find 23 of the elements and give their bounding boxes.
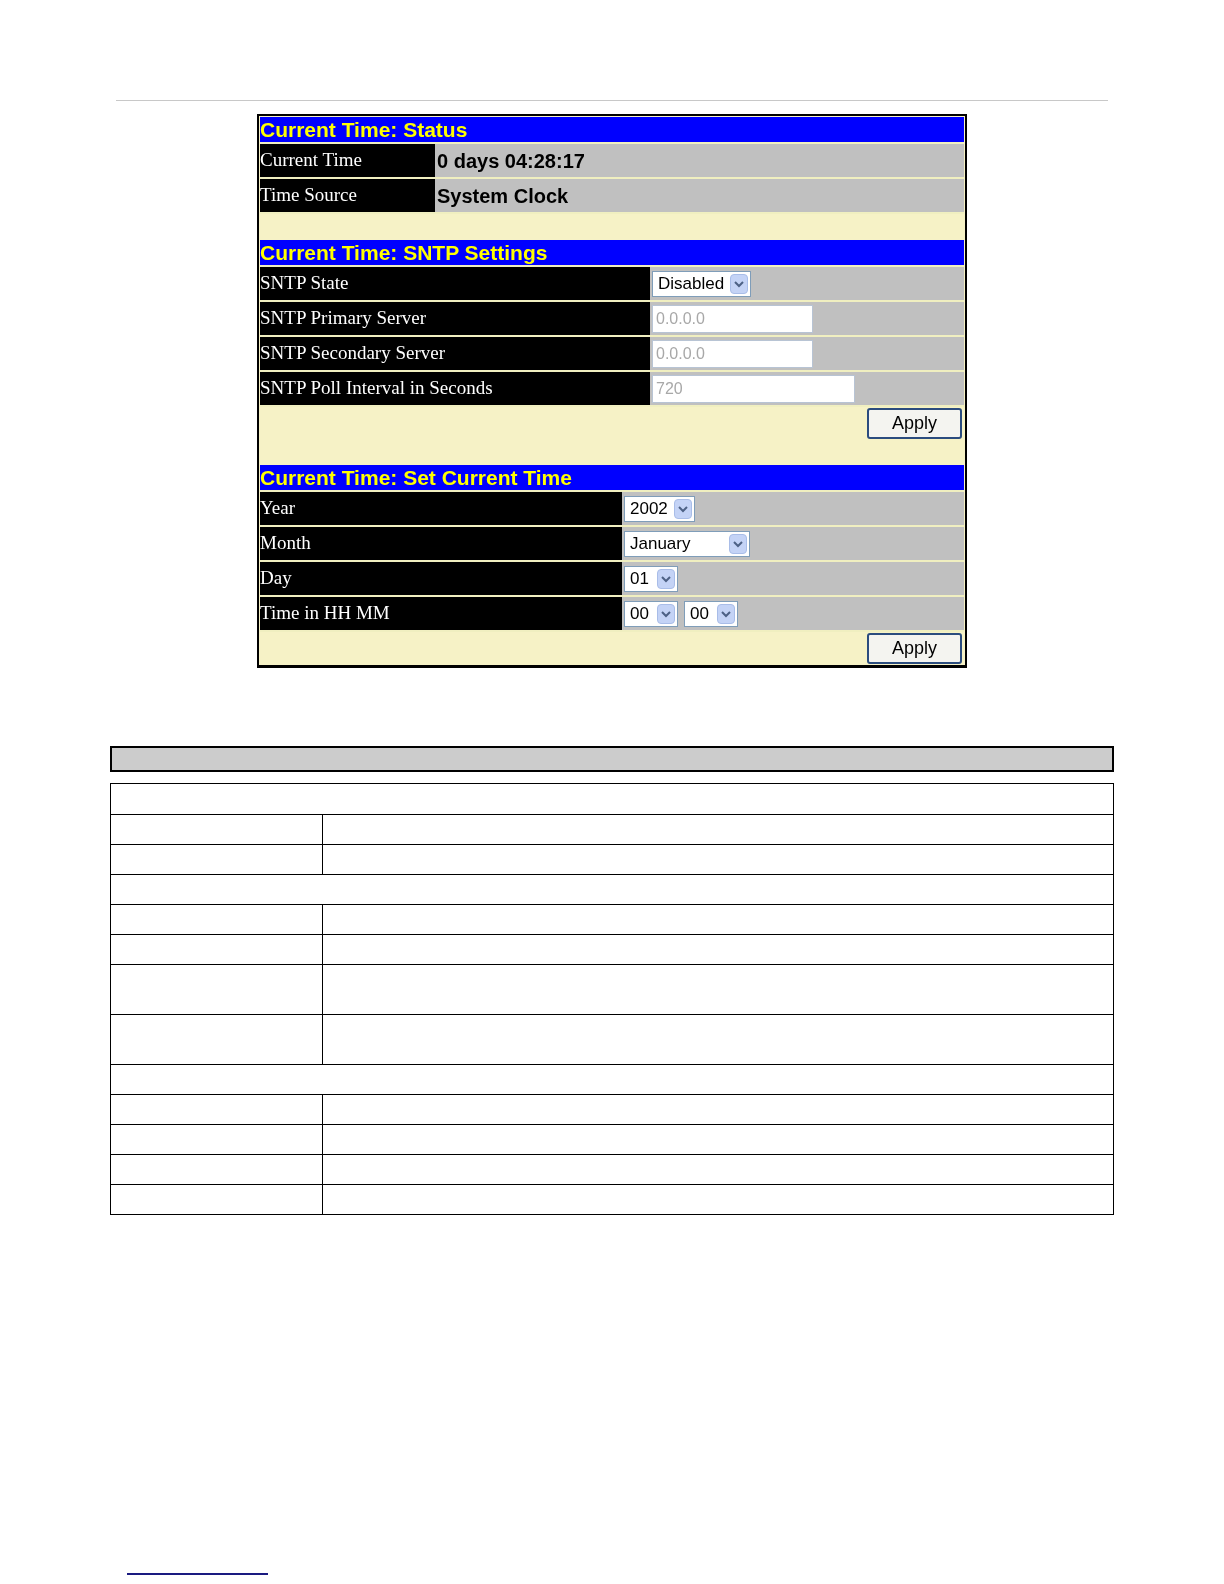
field-label: SNTP Primary Server [260, 302, 650, 335]
dropdown-select[interactable]: 00 [684, 600, 738, 627]
field-label: SNTP State [260, 267, 650, 300]
field-label: Year [260, 492, 622, 525]
dropdown-select[interactable]: Disabled [652, 270, 752, 297]
section-title: Current Time: SNTP Settings [260, 240, 964, 267]
value-text: System Clock [436, 183, 569, 209]
apply-button[interactable]: Apply [867, 408, 962, 439]
apply-button[interactable]: Apply [867, 633, 962, 664]
field-label: Time in HH MM [260, 597, 622, 630]
dropdown-select[interactable]: 00 [624, 600, 678, 627]
dropdown-select[interactable]: 01 [624, 565, 678, 592]
field-label: SNTP Poll Interval in Seconds [260, 372, 650, 405]
field-label: Current Time [260, 144, 435, 177]
field-label: Day [260, 562, 622, 595]
field-label: SNTP Secondary Server [260, 337, 650, 370]
dropdown-select[interactable]: 2002 [624, 495, 695, 522]
section-title: Current Time: Set Current Time [260, 465, 964, 492]
value-text: 0 days 04:28:17 [436, 148, 585, 174]
section-title: Current Time: Status [260, 117, 964, 144]
field-label: Month [260, 527, 622, 560]
field-label: Time Source [260, 179, 435, 212]
dropdown-select[interactable]: January [624, 530, 750, 557]
